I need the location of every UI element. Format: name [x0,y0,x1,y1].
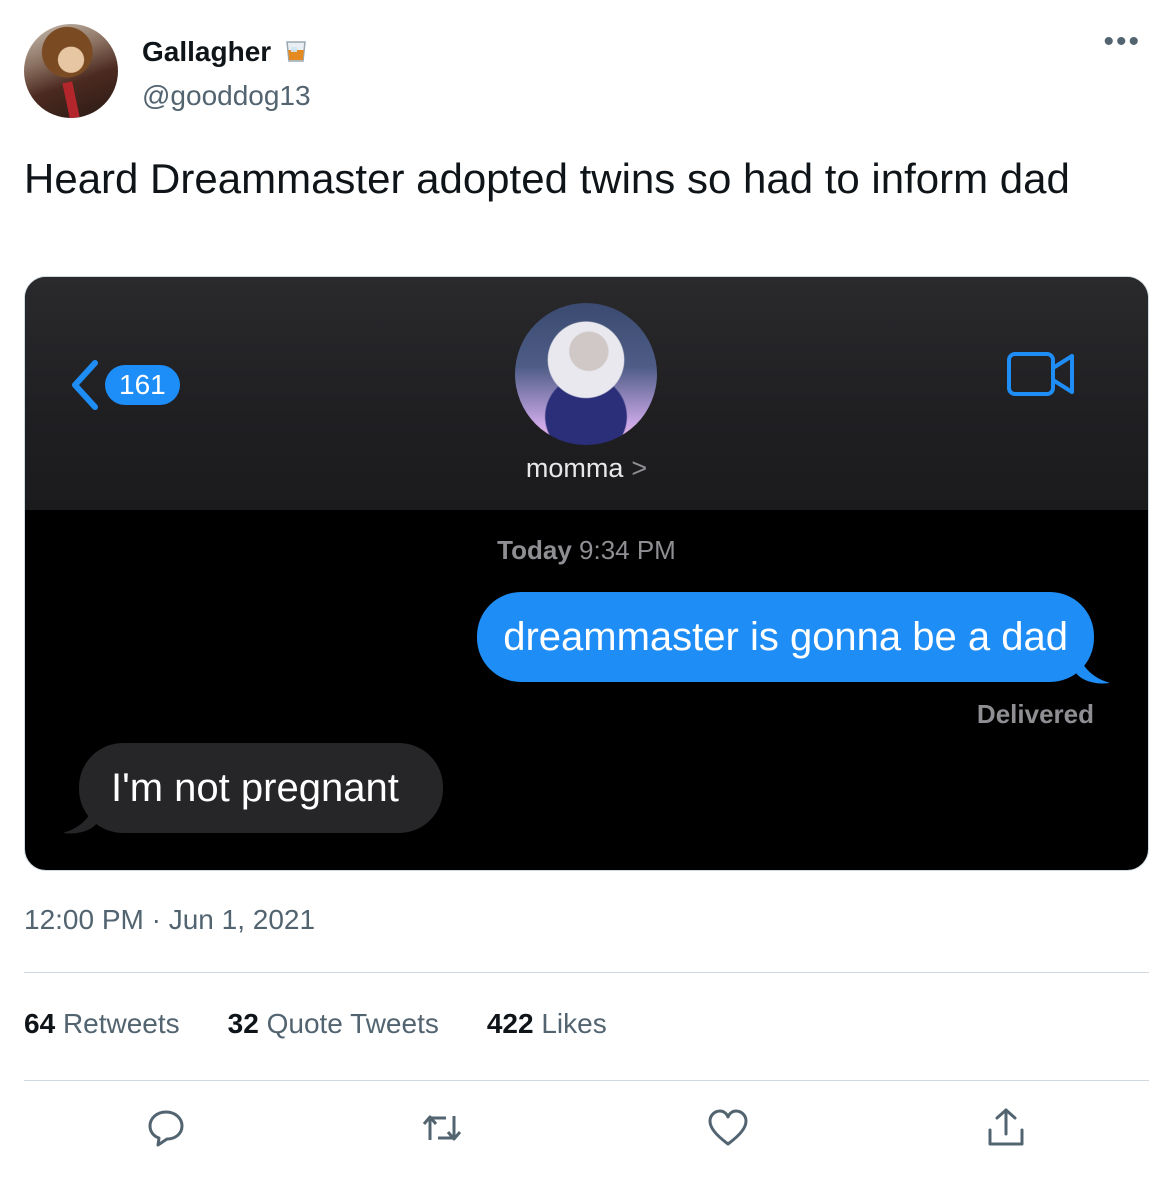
contact-avatar[interactable] [515,303,657,445]
tweet-actions [0,1100,1173,1160]
share-icon[interactable] [984,1106,1028,1150]
chevron-left-icon [72,360,98,410]
divider [24,972,1149,973]
quote-tweets-count: 32 [227,1008,259,1039]
quote-tweets-stat[interactable]: 32 Quote Tweets [228,1008,439,1052]
outgoing-bubble-tail [1076,645,1110,684]
reply-icon[interactable] [144,1106,188,1150]
tweet-text: Heard Dreammaster adopted twins so had t… [24,155,1070,202]
message-time: 9:34 PM [579,535,676,565]
retweet-icon[interactable] [420,1106,464,1150]
whiskey-glass-icon [286,41,306,62]
contact-name-text: momma [525,453,624,483]
message-day: Today [497,535,572,565]
video-call-icon[interactable] [1006,351,1076,397]
retweets-stat[interactable]: 64 Retweets [24,1008,180,1052]
user-handle[interactable]: @gooddog13 [142,80,311,112]
display-name-text[interactable]: Gallagher [142,36,271,67]
more-options-icon[interactable]: ••• [1103,27,1141,57]
outgoing-message-bubble: dreammaster is gonna be a dad [477,592,1094,682]
message-timestamp: Today 9:34 PM [25,535,1148,566]
tweet-timestamp[interactable]: 12:00 PM · Jun 1, 2021 [24,904,315,936]
like-icon[interactable] [706,1106,750,1150]
tweet-image[interactable]: 161 momma > Today 9:34 PM dreammaster is … [24,276,1149,871]
unread-count-badge: 161 [105,365,180,405]
chevron-right-icon: > [631,453,648,483]
incoming-message-bubble: I'm not pregnant [79,743,443,833]
retweets-label: Retweets [62,1008,180,1039]
likes-count: 422 [486,1008,534,1039]
incoming-bubble-tail [63,795,97,834]
likes-stat[interactable]: 422 Likes [487,1008,607,1052]
quote-tweets-label: Quote Tweets [266,1008,439,1039]
retweets-count: 64 [24,1008,56,1039]
contact-name[interactable]: momma > [25,453,1148,484]
display-name[interactable]: Gallagher [142,36,309,68]
tweet-stats: 64 Retweets 32 Quote Tweets 422 Likes [24,1008,655,1052]
tweet-header: Gallagher @gooddog13 ••• [24,24,1149,120]
likes-label: Likes [541,1008,607,1039]
back-button[interactable]: 161 [69,360,180,410]
divider [24,1080,1149,1081]
messages-header: 161 momma > [25,277,1148,510]
delivered-status: Delivered [976,699,1094,729]
user-avatar[interactable] [24,24,118,118]
